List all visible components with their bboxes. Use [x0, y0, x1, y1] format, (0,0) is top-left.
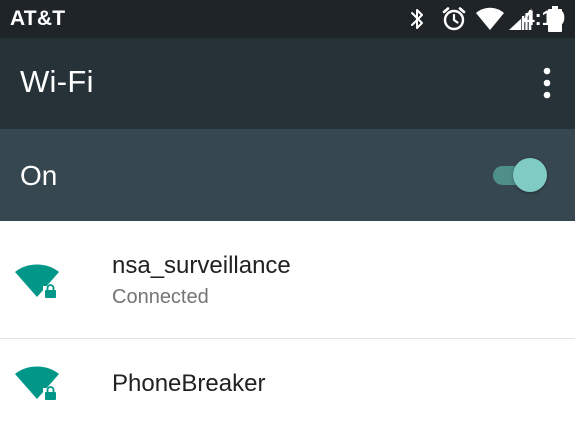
- wifi-master-switch-bar[interactable]: On: [0, 129, 575, 221]
- wifi-signal-icon: [476, 7, 504, 30]
- wifi-lock-icon: [15, 264, 59, 299]
- page-title: Wi-Fi: [20, 64, 94, 99]
- network-ssid: nsa_surveillance: [112, 252, 291, 279]
- network-ssid: PhoneBreaker: [112, 370, 266, 397]
- wifi-toggle-switch[interactable]: [491, 157, 549, 193]
- alarm-icon: [442, 7, 466, 31]
- toggle-thumb: [513, 158, 547, 192]
- switch-label: On: [20, 160, 58, 191]
- more-vert-icon: [543, 67, 551, 99]
- app-bar: Wi-Fi: [0, 38, 575, 129]
- bluetooth-icon: [411, 9, 423, 29]
- status-bar: AT&T 4:19: [0, 0, 575, 38]
- more-options-button[interactable]: [535, 66, 559, 100]
- network-item-nsa-surveillance[interactable]: nsa_surveillance Connected: [0, 221, 575, 339]
- network-status: Connected: [112, 286, 209, 308]
- wifi-lock-icon: [15, 366, 59, 401]
- carrier-name: AT&T: [10, 7, 66, 30]
- network-item-phonebreaker[interactable]: PhoneBreaker: [0, 339, 575, 431]
- network-list: nsa_surveillance Connected PhoneBreaker: [0, 221, 575, 431]
- wifi-settings-screen: AT&T 4:19 Wi-Fi On nsa_surveillance Conn…: [0, 0, 575, 431]
- status-clock: 4:19: [522, 7, 565, 30]
